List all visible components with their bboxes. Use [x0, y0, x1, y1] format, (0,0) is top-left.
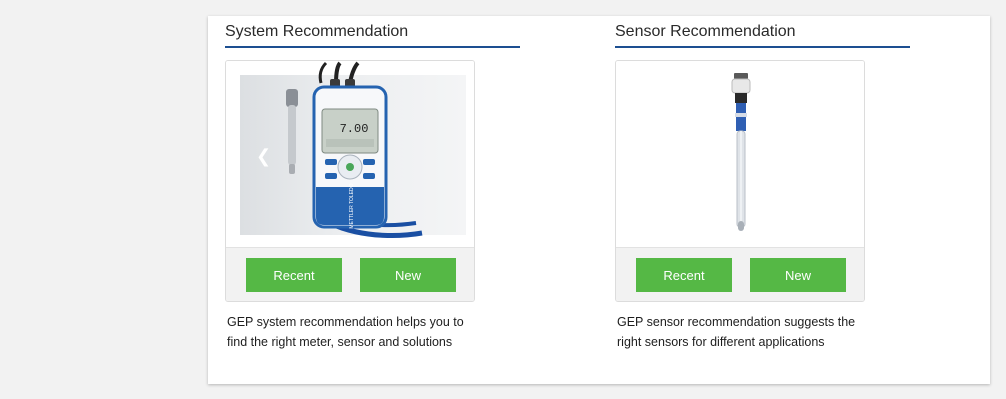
sensor-recent-button[interactable]: Recent [636, 258, 732, 292]
system-new-button[interactable]: New [360, 258, 456, 292]
sensor-new-button[interactable]: New [750, 258, 846, 292]
sensor-recommendation-title: Sensor Recommendation [615, 16, 910, 48]
sensor-image [731, 73, 751, 231]
sensor-image-area [616, 61, 864, 248]
system-button-bar: Recent New [226, 247, 474, 301]
recommendation-panel: System Recommendation 7.00 METTLER TOLED… [208, 16, 990, 384]
sensor-description: GEP sensor recommendation suggests the r… [617, 312, 927, 352]
system-recent-button[interactable]: Recent [246, 258, 342, 292]
system-description: GEP system recommendation helps you to f… [227, 312, 537, 352]
sensor-recommendation-card: Recent New [615, 60, 865, 302]
system-description-line-2: find the right meter, sensor and solutio… [227, 335, 453, 349]
system-image-area: 7.00 METTLER TOLEDO ❮ [226, 61, 474, 248]
sensor-description-line-1: GEP sensor recommendation suggests the [617, 315, 856, 329]
meter-brand-label: METTLER TOLEDO [349, 183, 355, 228]
chevron-left-icon[interactable]: ❮ [256, 147, 271, 165]
meter-display-reading: 7.00 [340, 122, 369, 136]
system-recommendation-card: 7.00 METTLER TOLEDO ❮ Recent New [225, 60, 475, 302]
system-recommendation-title: System Recommendation [225, 16, 520, 48]
system-description-line-1: GEP system recommendation helps you to [227, 315, 464, 329]
sensor-description-line-2: right sensors for different applications [617, 335, 825, 349]
system-recommendation-section: System Recommendation 7.00 METTLER TOLED… [225, 16, 520, 349]
sensor-button-bar: Recent New [616, 247, 864, 301]
sensor-recommendation-section: Sensor Recommendation Recent New GEP sen… [615, 16, 910, 349]
